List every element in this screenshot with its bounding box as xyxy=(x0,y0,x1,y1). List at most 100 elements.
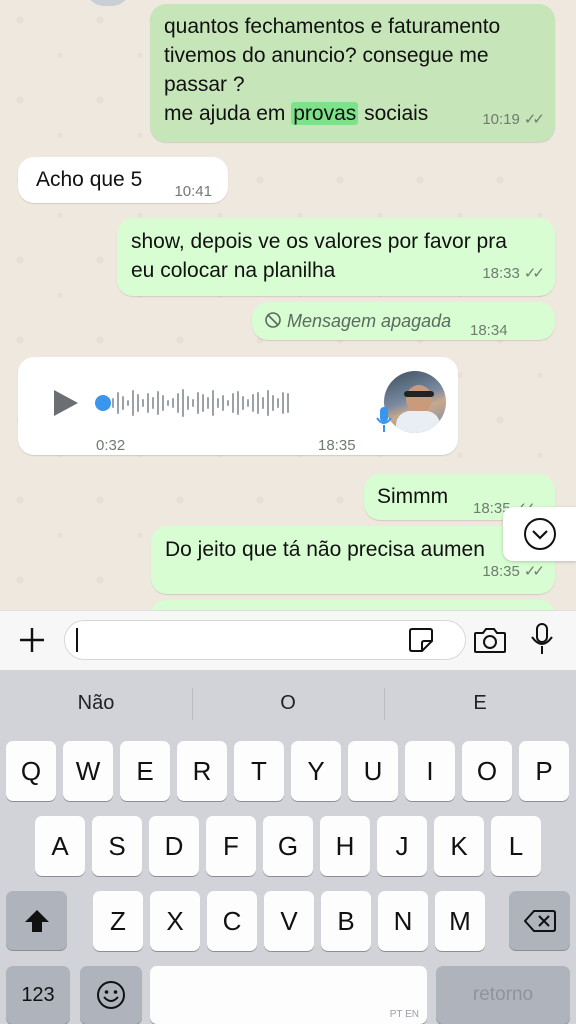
message-deleted[interactable]: Mensagem apagada 18:34 xyxy=(252,302,555,340)
scroll-down-button[interactable] xyxy=(503,507,576,561)
avatar[interactable] xyxy=(384,371,446,433)
sticker-icon[interactable] xyxy=(408,627,434,653)
waveform-bar xyxy=(257,392,259,414)
voice-progress-dot[interactable] xyxy=(95,395,111,411)
message-text: Simmm xyxy=(377,485,449,508)
message-time: 18:35 xyxy=(318,437,356,454)
search-highlight: provas xyxy=(291,102,359,125)
waveform-bar xyxy=(147,393,149,413)
emoji-key[interactable] xyxy=(80,966,142,1024)
waveform-bar xyxy=(287,393,289,413)
message-outgoing xyxy=(151,600,555,610)
waveform-bar xyxy=(237,391,239,415)
key-r[interactable]: R xyxy=(177,741,227,801)
deleted-text: Mensagem apagada xyxy=(287,311,452,331)
waveform-bar xyxy=(282,392,284,414)
waveform-bar xyxy=(112,398,114,408)
key-s[interactable]: S xyxy=(92,816,142,876)
waveform-bar xyxy=(122,396,124,410)
message-incoming[interactable]: Acho que 5 10:41 xyxy=(18,157,228,203)
message-line: me ajuda em provas sociais xyxy=(164,102,429,125)
message-line: tivemos do anuncio? consegue me xyxy=(164,44,489,67)
waveform-bar xyxy=(227,400,229,406)
waveform-bar xyxy=(192,399,194,407)
message-line: show, depois ve os valores por favor pra xyxy=(131,230,507,253)
key-g[interactable]: G xyxy=(263,816,313,876)
waveform-bar xyxy=(132,390,134,416)
key-n[interactable]: N xyxy=(378,891,428,951)
key-u[interactable]: U xyxy=(348,741,398,801)
plus-icon[interactable] xyxy=(18,626,46,654)
suggestion-item[interactable]: Não xyxy=(0,680,192,726)
message-input[interactable] xyxy=(64,620,466,660)
message-text: Do jeito que tá não precisa aumen xyxy=(165,538,485,561)
play-icon[interactable] xyxy=(54,390,78,416)
waveform-bar xyxy=(212,390,214,416)
key-f[interactable]: F xyxy=(206,816,256,876)
backspace-icon xyxy=(523,909,556,932)
message-text: Acho que 5 xyxy=(36,168,143,191)
message-outgoing[interactable]: quantos fechamentos e faturamento tivemo… xyxy=(150,4,555,142)
key-h[interactable]: H xyxy=(320,816,370,876)
message-time: 10:19 xyxy=(482,111,520,128)
message-line: eu colocar na planilha xyxy=(131,259,336,282)
waveform-bar xyxy=(262,397,264,409)
key-o[interactable]: O xyxy=(462,741,512,801)
key-a[interactable]: A xyxy=(35,816,85,876)
waveform-bar xyxy=(137,394,139,412)
key-m[interactable]: M xyxy=(435,891,485,951)
waveform-bar xyxy=(207,397,209,409)
waveform-bar xyxy=(267,390,269,416)
key-l[interactable]: L xyxy=(491,816,541,876)
backspace-key[interactable] xyxy=(509,891,570,950)
waveform-bar xyxy=(182,389,184,417)
double-check-icon: ✓✓ xyxy=(523,265,545,282)
waveform-bar xyxy=(142,399,144,407)
key-z[interactable]: Z xyxy=(93,891,143,951)
suggestion-item[interactable]: E xyxy=(384,680,576,726)
suggestion-item[interactable]: O xyxy=(192,680,384,726)
language-label: PT EN xyxy=(389,1009,419,1020)
mic-icon[interactable] xyxy=(530,623,554,655)
voice-duration: 0:32 xyxy=(96,437,126,454)
camera-icon[interactable] xyxy=(473,626,507,654)
key-i[interactable]: I xyxy=(405,741,455,801)
double-check-icon: ✓✓ xyxy=(523,111,545,128)
message-outgoing[interactable]: show, depois ve os valores por favor pra… xyxy=(117,218,555,296)
message-time: 10:41 xyxy=(174,183,212,200)
key-c[interactable]: C xyxy=(207,891,257,951)
key-y[interactable]: Y xyxy=(291,741,341,801)
key-t[interactable]: T xyxy=(234,741,284,801)
key-p[interactable]: P xyxy=(519,741,569,801)
waveform-bar xyxy=(232,393,234,413)
waveform-bar xyxy=(242,396,244,410)
numbers-key[interactable]: 123 xyxy=(6,966,70,1024)
key-b[interactable]: B xyxy=(321,891,371,951)
shift-icon xyxy=(24,909,49,932)
return-key[interactable]: retorno xyxy=(436,966,570,1024)
waveform-bar xyxy=(117,392,119,414)
waveform-bar xyxy=(157,391,159,415)
key-e[interactable]: E xyxy=(120,741,170,801)
key-d[interactable]: D xyxy=(149,816,199,876)
key-v[interactable]: V xyxy=(264,891,314,951)
waveform-bar xyxy=(197,392,199,414)
key-j[interactable]: J xyxy=(377,816,427,876)
waveform-bar xyxy=(252,394,254,412)
waveform-bar xyxy=(162,395,164,411)
message-outgoing[interactable]: Do jeito que tá não precisa aumen 18:35 ✓… xyxy=(151,526,555,594)
emoji-icon xyxy=(97,981,125,1009)
key-x[interactable]: X xyxy=(150,891,200,951)
key-w[interactable]: W xyxy=(63,741,113,801)
waveform-bar xyxy=(187,396,189,410)
space-key[interactable]: PT EN xyxy=(150,966,427,1024)
top-avatar-hint xyxy=(86,0,130,6)
text-caret xyxy=(76,628,78,652)
voice-waveform[interactable] xyxy=(112,387,354,419)
key-q[interactable]: Q xyxy=(6,741,56,801)
deleted-icon xyxy=(265,312,281,328)
key-k[interactable]: K xyxy=(434,816,484,876)
waveform-bar xyxy=(217,398,219,408)
shift-key[interactable] xyxy=(6,891,67,950)
scroll-down-icon xyxy=(524,518,556,550)
